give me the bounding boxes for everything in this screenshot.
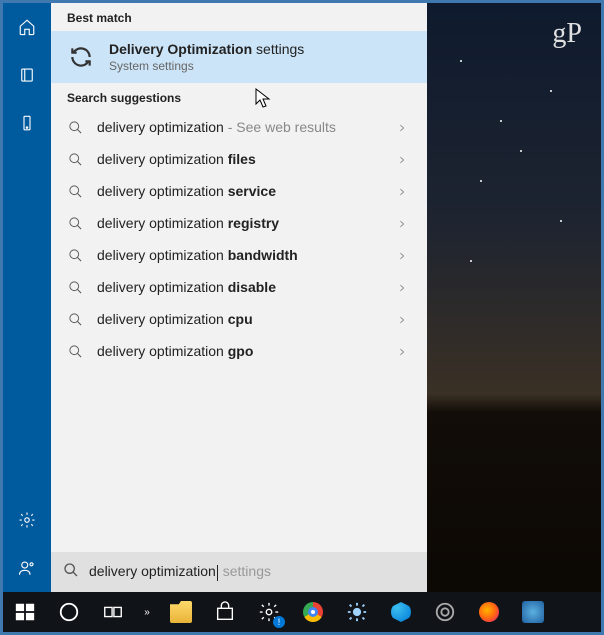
suggestion-text: delivery optimization bandwidth (97, 247, 383, 263)
chevron-right-icon (397, 344, 411, 358)
search-icon (67, 311, 83, 327)
best-match-subtitle: System settings (109, 59, 304, 73)
search-icon (63, 562, 79, 583)
best-match-title: Delivery Optimization settings (109, 41, 304, 57)
search-icon (67, 279, 83, 295)
start-button[interactable] (3, 592, 47, 632)
chevron-right-icon (397, 152, 411, 166)
suggestion-text: delivery optimization service (97, 183, 383, 199)
settings-button[interactable]: ! (247, 592, 291, 632)
chevron-right-icon (397, 312, 411, 326)
best-match-result[interactable]: Delivery Optimization settings System se… (51, 31, 427, 83)
taskbar: » ! (3, 592, 601, 632)
best-match-header: Best match (51, 3, 427, 31)
notebook-icon[interactable] (3, 51, 51, 99)
suggestions-header: Search suggestions (51, 83, 427, 111)
store-button[interactable] (203, 592, 247, 632)
suggestion-item[interactable]: delivery optimization service (51, 175, 427, 207)
home-icon[interactable] (3, 3, 51, 51)
gear-icon[interactable] (3, 496, 51, 544)
feedback-icon[interactable] (3, 544, 51, 592)
chevron-right-icon (397, 184, 411, 198)
suggestions-list: delivery optimization - See web results d… (51, 111, 427, 552)
search-box[interactable]: delivery optimization settings (51, 552, 427, 592)
search-icon (67, 183, 83, 199)
search-icon (67, 119, 83, 135)
search-input[interactable]: delivery optimization settings (89, 563, 415, 580)
firefox-button[interactable] (467, 592, 511, 632)
cortana-button[interactable] (47, 592, 91, 632)
search-icon (67, 343, 83, 359)
suggestion-item[interactable]: delivery optimization registry (51, 207, 427, 239)
device-icon[interactable] (3, 99, 51, 147)
edge-button[interactable] (379, 592, 423, 632)
suggestion-text: delivery optimization - See web results (97, 119, 383, 135)
file-explorer-button[interactable] (159, 592, 203, 632)
search-icon (67, 215, 83, 231)
search-icon (67, 151, 83, 167)
suggestion-text: delivery optimization files (97, 151, 383, 167)
suggestion-item[interactable]: delivery optimization gpo (51, 335, 427, 367)
notification-badge: ! (273, 616, 285, 628)
chevron-right-icon (397, 216, 411, 230)
results-panel: Best match Delivery Optimization setting… (51, 3, 427, 592)
suggestion-text: delivery optimization cpu (97, 311, 383, 327)
chevron-right-icon (397, 120, 411, 134)
suggestion-item[interactable]: delivery optimization bandwidth (51, 239, 427, 271)
cortana-sidebar (3, 3, 51, 592)
watermark-logo: gP (552, 18, 582, 50)
search-icon (67, 247, 83, 263)
sync-icon (67, 43, 95, 71)
suggestion-text: delivery optimization gpo (97, 343, 383, 359)
app-button[interactable] (511, 592, 555, 632)
search-panel: Best match Delivery Optimization setting… (3, 3, 427, 592)
task-view-button[interactable] (91, 592, 135, 632)
suggestion-text: delivery optimization registry (97, 215, 383, 231)
suggestion-item[interactable]: delivery optimization files (51, 143, 427, 175)
suggestion-item[interactable]: delivery optimization - See web results (51, 111, 427, 143)
suggestion-text: delivery optimization disable (97, 279, 383, 295)
brightness-button[interactable] (335, 592, 379, 632)
chevron-right-icon (397, 248, 411, 262)
overflow-button[interactable]: » (135, 592, 159, 632)
suggestion-item[interactable]: delivery optimization cpu (51, 303, 427, 335)
chrome-button[interactable] (291, 592, 335, 632)
suggestion-item[interactable]: delivery optimization disable (51, 271, 427, 303)
camera-button[interactable] (423, 592, 467, 632)
chevron-right-icon (397, 280, 411, 294)
